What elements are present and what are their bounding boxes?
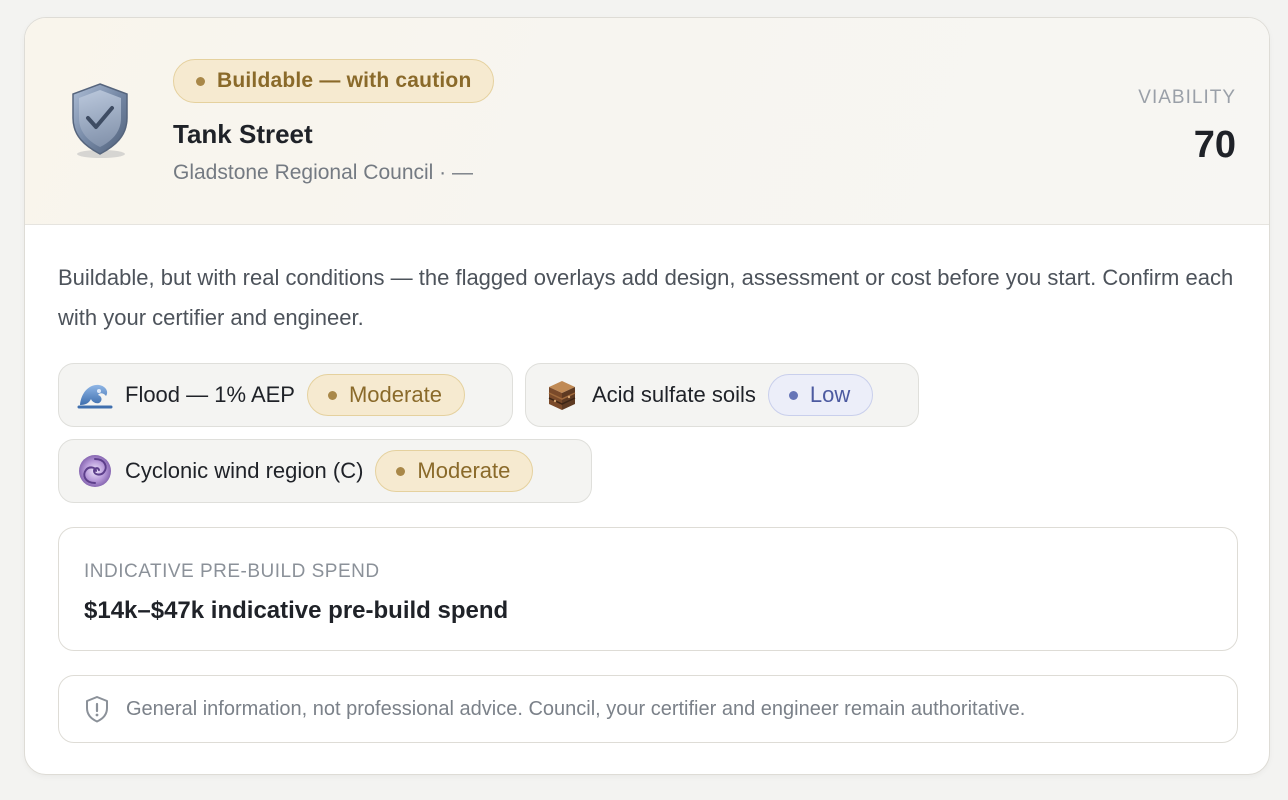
site-assessment-card: Buildable — with caution Tank Street Gla… bbox=[24, 17, 1270, 775]
viability-score: 70 bbox=[1193, 124, 1236, 166]
pre-build-spend-panel: INDICATIVE PRE-BUILD SPEND $14k–$47k ind… bbox=[58, 527, 1238, 651]
overlay-chip-cyclonic-wind[interactable]: Cyclonic wind region (C) Moderate bbox=[58, 439, 592, 503]
viability-label: VIABILITY bbox=[1138, 87, 1236, 108]
shield-alert-icon bbox=[84, 695, 110, 723]
severity-dot bbox=[396, 466, 406, 476]
overlay-label: Flood — 1% AEP bbox=[125, 382, 295, 407]
overlay-chip-flood[interactable]: Flood — 1% AEP Moderate bbox=[58, 363, 513, 427]
spend-label: INDICATIVE PRE-BUILD SPEND bbox=[84, 561, 380, 582]
severity-dot bbox=[327, 390, 337, 400]
status-dot bbox=[196, 76, 205, 86]
site-name: Tank Street bbox=[173, 119, 313, 149]
shield-check-icon bbox=[65, 80, 135, 160]
severity-label: Moderate bbox=[348, 382, 442, 407]
spend-value: $14k–$47k indicative pre-build spend bbox=[84, 597, 509, 624]
site-council: Gladstone Regional Council · — bbox=[173, 161, 473, 184]
severity-label: Low bbox=[809, 382, 851, 407]
severity-badge: Moderate bbox=[306, 374, 465, 416]
severity-label: Moderate bbox=[417, 458, 511, 483]
card-header: Buildable — with caution Tank Street Gla… bbox=[25, 18, 1269, 225]
verdict-badge: Buildable — with caution bbox=[173, 59, 495, 103]
cyclone-icon bbox=[77, 453, 113, 489]
verdict-label: Buildable — with caution bbox=[217, 69, 472, 92]
flood-wave-icon bbox=[77, 377, 113, 413]
overlay-chip-acid-sulfate[interactable]: Acid sulfate soils Low bbox=[525, 363, 919, 427]
disclaimer-text: General information, not professional ad… bbox=[126, 697, 1026, 720]
disclaimer-panel: General information, not professional ad… bbox=[58, 675, 1238, 743]
soil-layers-icon bbox=[544, 377, 580, 413]
assessment-summary: Buildable, but with real conditions — th… bbox=[58, 265, 1234, 330]
severity-badge: Moderate bbox=[375, 450, 534, 492]
overlay-label: Acid sulfate soils bbox=[592, 382, 756, 407]
severity-dot bbox=[788, 390, 798, 400]
severity-badge: Low bbox=[767, 374, 874, 416]
overlay-label: Cyclonic wind region (C) bbox=[125, 458, 364, 483]
